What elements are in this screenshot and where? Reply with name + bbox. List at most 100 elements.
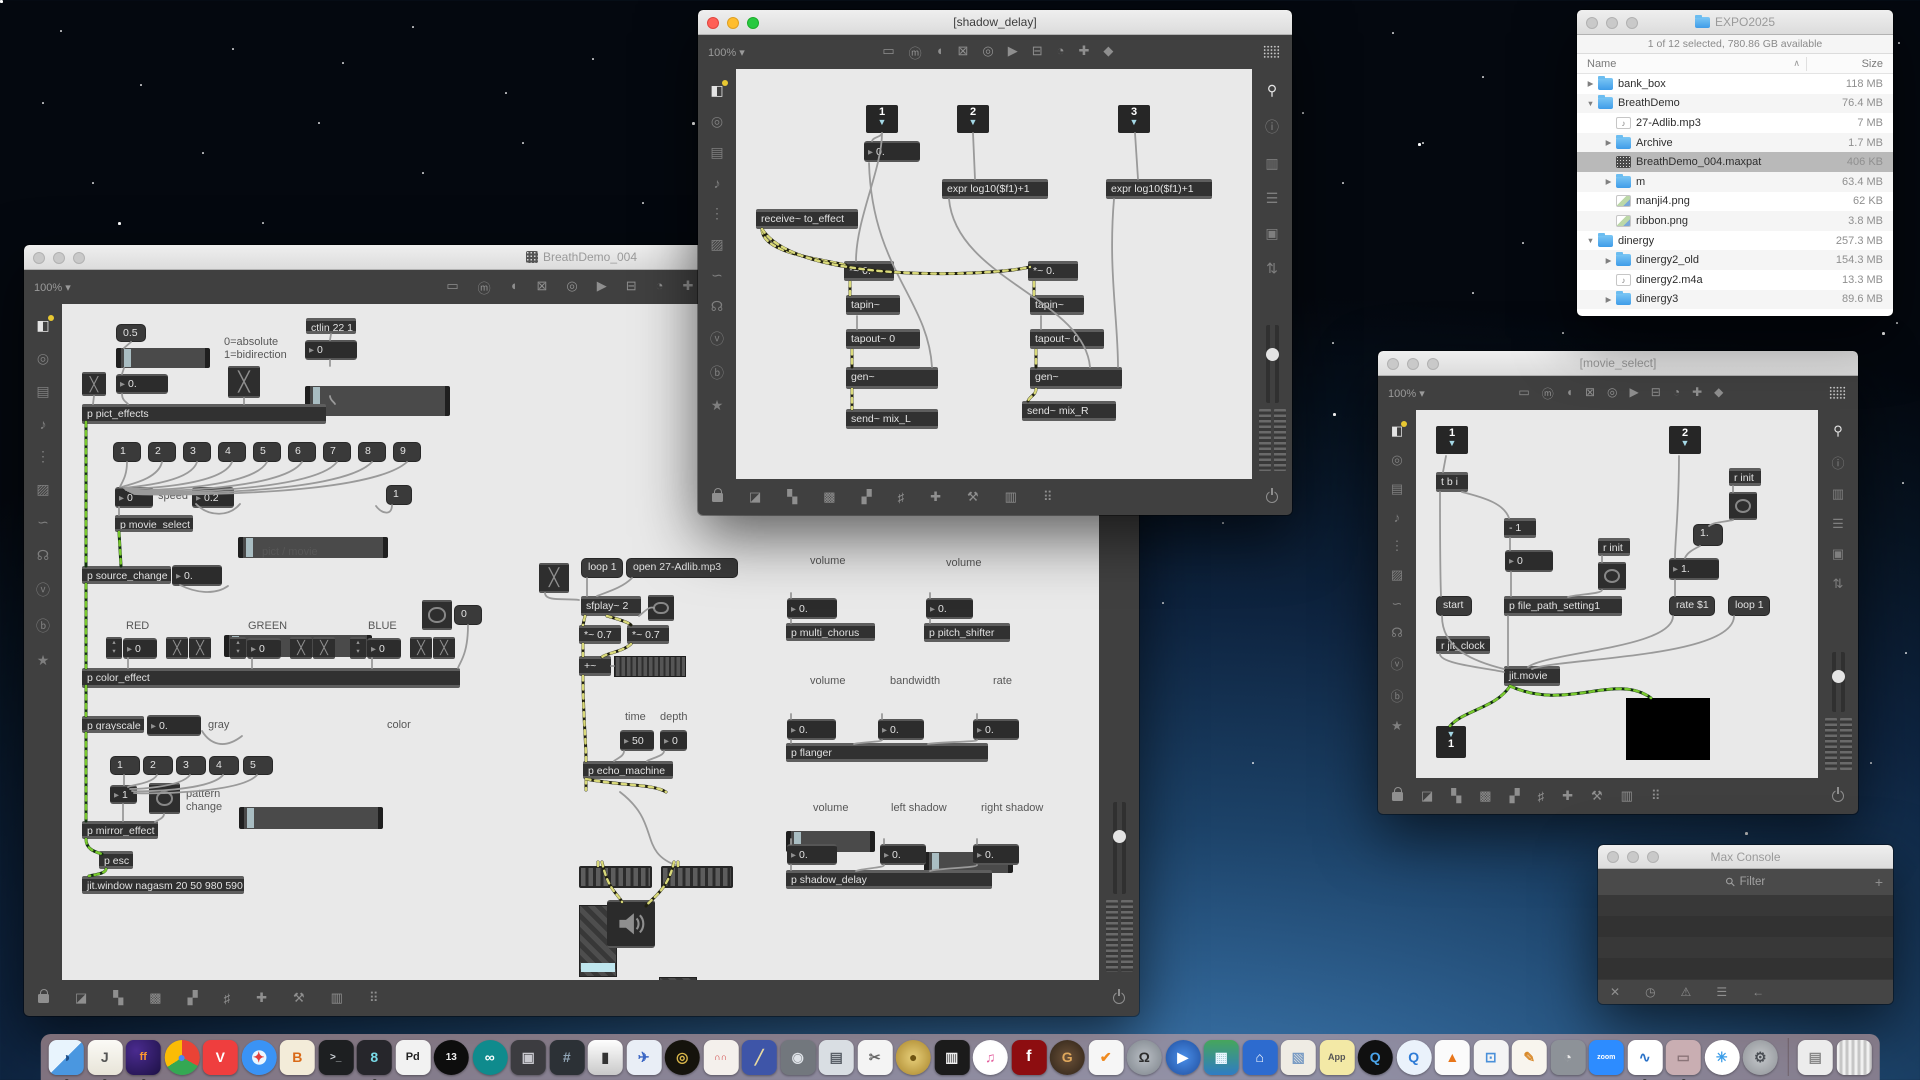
- dock-copter-app[interactable]: ✈: [626, 1040, 661, 1075]
- grid-icon[interactable]: ♯: [898, 490, 905, 505]
- disclosure-triangle[interactable]: ▼: [1585, 236, 1596, 245]
- obj-tapout-0[interactable]: tapout~ 0: [846, 329, 920, 349]
- dock-firefox[interactable]: ff: [126, 1040, 161, 1075]
- file-row-dinergy2-m4a[interactable]: ♪dinergy2.m4a13.3 MB: [1577, 270, 1893, 290]
- num-0[interactable]: ▶0.: [787, 719, 836, 740]
- list-icon[interactable]: ☰: [1266, 190, 1279, 207]
- toggle-tool-icon[interactable]: ⊠: [536, 278, 547, 297]
- target-icon[interactable]: ◎: [1391, 452, 1402, 468]
- zoom-button[interactable]: [73, 252, 85, 264]
- obj-t-b-i[interactable]: t b i: [1436, 472, 1468, 492]
- inlet-1[interactable]: 1▼: [1436, 426, 1468, 454]
- hslider[interactable]: [239, 807, 383, 829]
- titlebar[interactable]: EXPO2025: [1577, 10, 1893, 35]
- dial-tool-icon[interactable]: ◔: [656, 278, 664, 297]
- audio-note-icon[interactable]: ♪: [1394, 510, 1401, 525]
- gain-slider[interactable]: [1113, 802, 1126, 894]
- info-icon[interactable]: ⓘ: [1831, 453, 1844, 472]
- file-row-dinergy[interactable]: ▼dinergy257.3 MB: [1577, 231, 1893, 251]
- obj-p-echo-machine[interactable]: p echo_machine: [583, 761, 673, 779]
- zoom-button[interactable]: [1647, 851, 1659, 863]
- dock-disk-doctor-app[interactable]: ◔: [1550, 1040, 1585, 1075]
- dock-arduino[interactable]: ∞: [472, 1040, 507, 1075]
- comment-tool-icon[interactable]: ◖: [1566, 385, 1573, 402]
- add-object-icon[interactable]: ✚: [1079, 43, 1090, 62]
- keyboard-icon[interactable]: ⠿: [1043, 489, 1053, 505]
- window-finder-expo2025[interactable]: EXPO2025 1 of 12 selected, 780.86 GB ava…: [1577, 10, 1893, 316]
- obj-sfplay-2[interactable]: sfplay~ 2: [581, 596, 641, 616]
- dock-g-home-app[interactable]: ⌂: [1242, 1040, 1277, 1075]
- num-0[interactable]: ▶0.: [864, 141, 920, 162]
- msg-rate-1[interactable]: rate $1: [1669, 596, 1715, 616]
- disclosure-triangle[interactable]: ▶: [1585, 79, 1596, 88]
- obj-receive-to-effect[interactable]: receive~ to_effect: [756, 209, 858, 229]
- disclosure-triangle[interactable]: ▶: [1603, 256, 1614, 265]
- file-row-bank-box[interactable]: ▶bank_box118 MB: [1577, 74, 1893, 94]
- file-row-archive[interactable]: ▶Archive1.7 MB: [1577, 133, 1893, 153]
- msg-3[interactable]: 3: [176, 756, 206, 775]
- dock-window-app[interactable]: ▭: [1666, 1040, 1701, 1075]
- lock-icon[interactable]: [38, 994, 49, 1003]
- select-mode-icon[interactable]: ◪: [749, 489, 761, 505]
- zoom-level[interactable]: 100% ▾: [1388, 387, 1425, 400]
- paperclip-icon[interactable]: ∽: [37, 514, 49, 531]
- obj-ctlin-22-1[interactable]: ctlin 22 1: [306, 318, 356, 334]
- dock-pure-data[interactable]: Pd: [395, 1040, 430, 1075]
- num-0[interactable]: ▶0.: [973, 844, 1019, 865]
- playbar-tool-icon[interactable]: ▶: [1630, 385, 1639, 402]
- v-circle-icon[interactable]: ⓥ: [36, 580, 50, 600]
- num-0[interactable]: ▶0.: [880, 844, 926, 865]
- num-0[interactable]: ▶0.: [147, 715, 201, 736]
- num-1[interactable]: ▶1.: [1669, 558, 1719, 580]
- wrench-icon[interactable]: ⚒: [967, 489, 979, 505]
- msg-loop-1[interactable]: loop 1: [581, 558, 623, 578]
- updown[interactable]: ▴▾: [230, 637, 246, 659]
- obj-p-movie-select[interactable]: p movie_select: [115, 515, 193, 532]
- warning-icon[interactable]: ⚠: [1681, 985, 1692, 999]
- plug-icon[interactable]: ☊: [711, 298, 723, 315]
- grid-icon[interactable]: ♯: [224, 991, 231, 1006]
- lock-icon[interactable]: [712, 493, 723, 502]
- dock-downloads-stack[interactable]: ▤: [1798, 1040, 1833, 1075]
- updown[interactable]: ▴▾: [350, 637, 366, 659]
- media-image-icon[interactable]: ▨: [36, 481, 49, 498]
- msg-5[interactable]: 5: [243, 756, 273, 775]
- dock-vivaldi[interactable]: V: [203, 1040, 238, 1075]
- v-circle-icon[interactable]: ⓥ: [710, 329, 724, 349]
- dac[interactable]: [607, 900, 655, 948]
- power-icon[interactable]: [1832, 790, 1844, 802]
- message-tool-icon[interactable]: ⓜ: [909, 43, 922, 62]
- dock-robot-app[interactable]: #: [549, 1040, 584, 1075]
- search-icon[interactable]: ⚲: [1833, 423, 1843, 439]
- dock-safari[interactable]: ✦: [241, 1040, 276, 1075]
- obj-expr-log10-f1-1[interactable]: expr log10($f1)+1: [942, 179, 1048, 199]
- num-0[interactable]: ▶0: [1505, 550, 1553, 572]
- zoom-button[interactable]: [1626, 17, 1638, 29]
- dock-radar-app[interactable]: ◎: [665, 1040, 700, 1075]
- dock-cube-app[interactable]: ▣: [511, 1040, 546, 1075]
- paint-tool-icon[interactable]: ◆: [1103, 43, 1113, 62]
- obj-0-7[interactable]: *~ 0.7: [579, 625, 621, 644]
- clear-console-icon[interactable]: ✕: [1610, 985, 1620, 999]
- obj-0-7[interactable]: *~ 0.7: [627, 625, 669, 644]
- close-button[interactable]: [33, 252, 45, 264]
- num-0[interactable]: ▶0.: [787, 844, 837, 865]
- minimize-button[interactable]: [1627, 851, 1639, 863]
- msl[interactable]: [614, 656, 686, 677]
- dock-coin-app[interactable]: ●: [896, 1040, 931, 1075]
- button-tool-icon[interactable]: ◎: [566, 278, 577, 297]
- dock-remote-device-app[interactable]: ▮: [588, 1040, 623, 1075]
- presentation-icon[interactable]: ▚: [113, 990, 123, 1006]
- obj-p-pict-effects[interactable]: p pict_effects: [82, 404, 326, 424]
- obj-gen[interactable]: gen~: [846, 367, 938, 389]
- dock-speaker-box-app[interactable]: ◉: [780, 1040, 815, 1075]
- obj-tapin[interactable]: tapin~: [846, 295, 900, 315]
- num-0[interactable]: ▶0.: [172, 565, 222, 586]
- toggle[interactable]: ╳: [313, 637, 335, 659]
- dock-flash-player[interactable]: f: [1011, 1040, 1046, 1075]
- num-0[interactable]: ▶0: [115, 487, 153, 508]
- plug-icon[interactable]: ☊: [1391, 625, 1403, 641]
- slider-tool-icon[interactable]: ⊟: [626, 278, 637, 297]
- obj-p-esc[interactable]: p esc: [99, 851, 133, 869]
- wrench-icon[interactable]: ⚒: [293, 990, 305, 1006]
